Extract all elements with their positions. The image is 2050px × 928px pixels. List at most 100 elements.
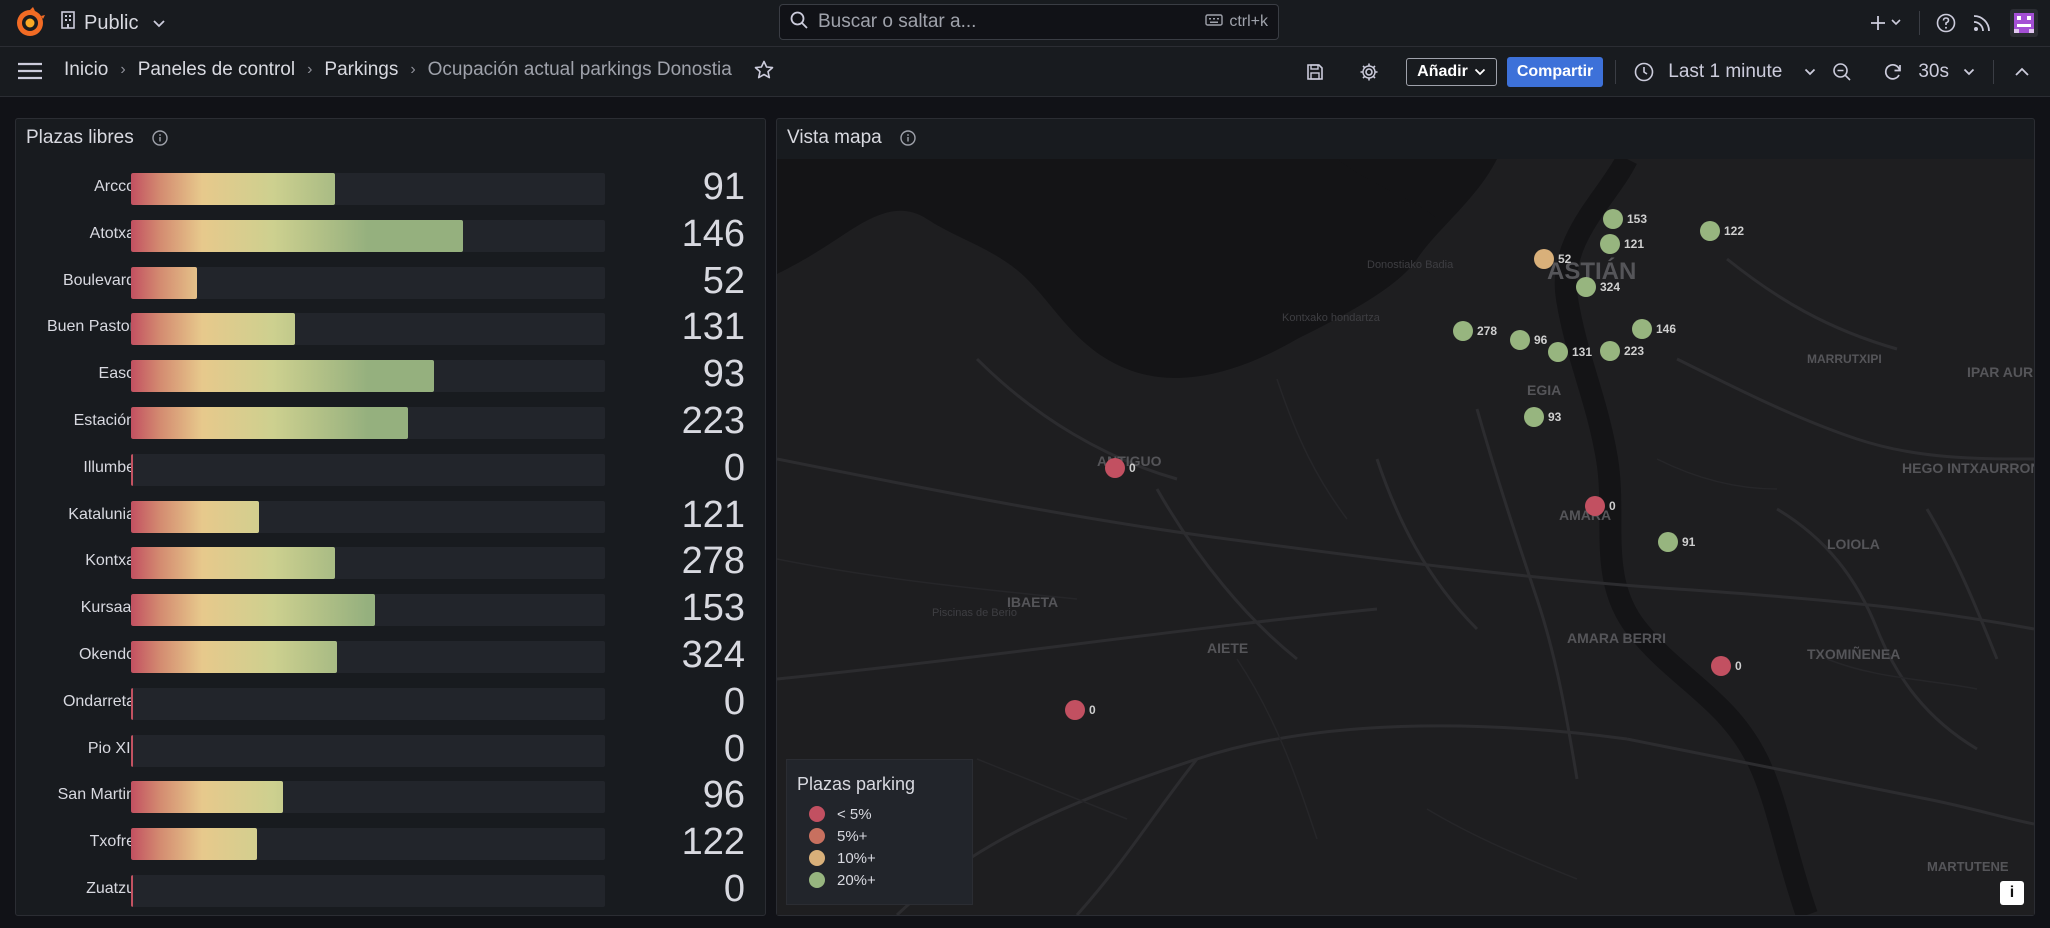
map-marker[interactable] (1534, 249, 1554, 269)
bar-value: 93 (702, 353, 745, 396)
collapse-button[interactable] (2002, 54, 2042, 90)
bar-track (131, 687, 605, 720)
hamburger-icon (18, 62, 42, 80)
bar-track (131, 594, 605, 627)
map-marker[interactable] (1632, 319, 1652, 339)
map-marker[interactable] (1576, 277, 1596, 297)
info-icon[interactable] (900, 130, 916, 146)
refresh-icon (1885, 63, 1902, 80)
bar-row: Atotxa 146 (16, 213, 767, 255)
bar-track (131, 500, 605, 533)
building-icon (60, 11, 76, 35)
keyboard-icon (1205, 13, 1224, 31)
breadcrumb-parkings[interactable]: Parkings (324, 59, 398, 81)
bar-fill (131, 500, 259, 533)
nav-bar: Inicio › Paneles de control › Parkings ›… (0, 47, 2050, 97)
bar-row: Boulevard 52 (16, 260, 767, 302)
refresh-interval-picker[interactable]: 30s (1918, 61, 1985, 83)
bar-row: Buen Pastor 131 (16, 306, 767, 348)
bar-value: 324 (681, 634, 745, 676)
dashboard-toolbar: Añadir Compartir Last 1 minute 30s (1288, 47, 2050, 96)
org-switcher[interactable]: Public (60, 10, 166, 36)
help-button[interactable] (1928, 5, 1964, 41)
attribution-button[interactable]: i (2000, 881, 2024, 905)
bar-value: 91 (702, 166, 745, 208)
map-marker[interactable] (1065, 700, 1085, 720)
map-canvas[interactable]: ASTIÁN EGIA MARRUTXIPI IPAR AURRONDO HEG… (777, 159, 2034, 915)
bar-row: Easo 93 (16, 353, 767, 395)
add-button-label: Añadir (1417, 62, 1468, 80)
bar-label: Atotxa (89, 224, 135, 242)
map-marker-label: 0 (1735, 659, 1742, 673)
chevron-right-icon: › (120, 61, 126, 78)
map-label-txominenea: TXOMIÑENEA (1807, 645, 1900, 662)
zoom-out-button[interactable] (1816, 54, 1868, 90)
bar-row: Zuatzu 0 (16, 868, 767, 910)
map-marker[interactable] (1548, 342, 1568, 362)
refresh-button[interactable] (1868, 54, 1918, 90)
bar-label: Pio XII (87, 739, 135, 757)
new-menu-button[interactable] (1863, 5, 1911, 41)
breadcrumb-inicio[interactable]: Inicio (64, 59, 108, 81)
search-input[interactable] (816, 10, 1206, 34)
map-marker[interactable] (1603, 209, 1623, 229)
bar-row: Illumbe 0 (16, 447, 767, 489)
legend-item: 10%+ (797, 847, 962, 869)
map-marker[interactable] (1453, 321, 1473, 341)
settings-button[interactable] (1342, 54, 1396, 90)
bar-fill (131, 781, 283, 814)
map-marker-label: 324 (1600, 280, 1621, 294)
map-label-martutene: MARTUTENE (1927, 859, 2009, 874)
bar-value: 146 (681, 212, 745, 255)
map-label-aiete: AIETE (1207, 640, 1248, 656)
legend-dot-icon (809, 872, 825, 888)
map-marker-label: 146 (1656, 322, 1677, 336)
news-button[interactable] (1964, 5, 2000, 41)
panel-title: Plazas libres (26, 127, 134, 148)
map-marker[interactable] (1524, 407, 1544, 427)
panel-title: Vista mapa (787, 127, 882, 148)
divider (1993, 59, 1994, 84)
map-marker[interactable] (1700, 221, 1720, 241)
chevron-down-icon (1963, 68, 1975, 75)
time-range-picker[interactable]: Last 1 minute (1634, 61, 1816, 83)
map-marker[interactable] (1585, 496, 1605, 516)
map-label-ipar-aurrondo: IPAR AURRONDO (1967, 364, 2034, 380)
bar-label: Txofre (89, 833, 135, 851)
bar-row: Kursaal 153 (16, 587, 767, 629)
map-marker[interactable] (1711, 656, 1731, 676)
favorite-button[interactable] (754, 60, 774, 80)
info-icon[interactable] (152, 130, 168, 146)
clock-icon (1634, 62, 1654, 81)
breadcrumb-paneles[interactable]: Paneles de control (138, 59, 295, 81)
search-bar[interactable]: ctrl+k (779, 4, 1279, 40)
bar-fill (131, 547, 335, 580)
map-marker-label: 122 (1724, 224, 1745, 238)
breadcrumb: Inicio › Paneles de control › Parkings ›… (64, 59, 774, 81)
add-button[interactable]: Añadir (1406, 57, 1497, 86)
bar-track (131, 266, 605, 299)
map-marker-label: 131 (1572, 345, 1593, 359)
map-label-loiola: LOIOLA (1827, 536, 1880, 552)
map-marker[interactable] (1105, 458, 1125, 478)
plus-icon (1871, 16, 1901, 30)
bar-row: Ondarreta 0 (16, 681, 767, 723)
bar-fill (131, 360, 435, 393)
map-marker[interactable] (1600, 341, 1620, 361)
map-marker-label: 0 (1129, 461, 1136, 475)
bar-label: Okendo (78, 646, 135, 663)
grafana-logo-icon[interactable] (14, 7, 46, 39)
share-button-label: Compartir (1516, 62, 1594, 80)
map-marker[interactable] (1600, 234, 1620, 254)
bar-row: San Martin 96 (16, 774, 767, 816)
user-avatar[interactable] (2010, 9, 2038, 37)
menu-toggle-button[interactable] (16, 59, 44, 83)
bar-value: 96 (702, 774, 745, 817)
map-marker[interactable] (1510, 330, 1530, 350)
save-button[interactable] (1288, 54, 1342, 90)
star-icon (754, 60, 774, 79)
map-marker[interactable] (1658, 532, 1678, 552)
bar-row: Okendo 324 (16, 634, 767, 676)
share-button[interactable]: Compartir (1506, 56, 1604, 87)
bar-track (131, 781, 605, 814)
